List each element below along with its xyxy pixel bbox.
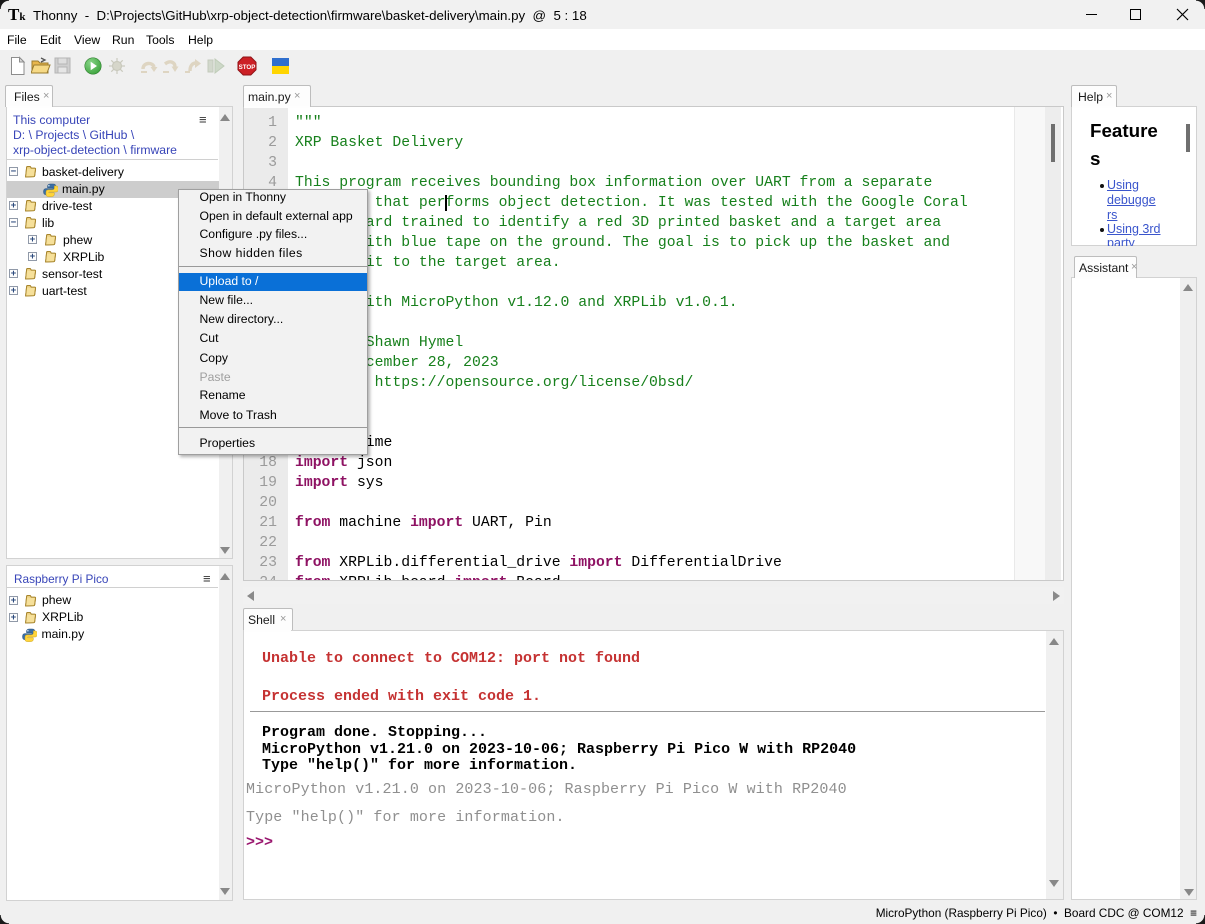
svg-text:STOP: STOP <box>239 64 256 71</box>
